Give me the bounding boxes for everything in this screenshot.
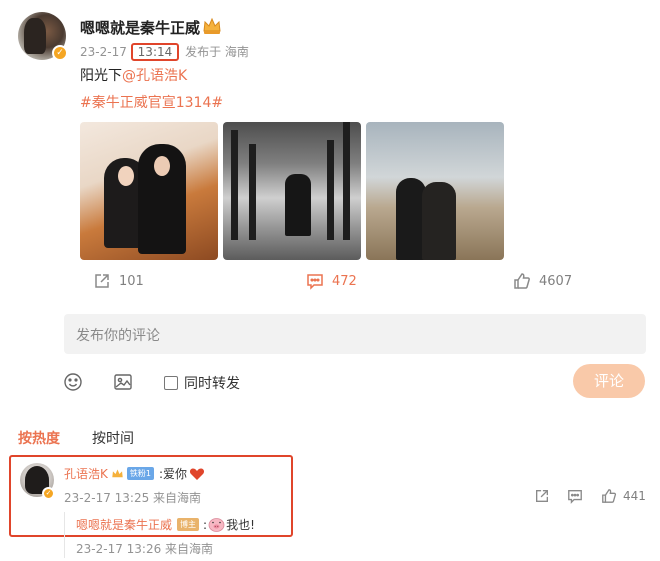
checkbox-box[interactable]	[164, 376, 178, 390]
tab-sort-hot[interactable]: 按热度	[18, 428, 60, 448]
comment-icon	[307, 274, 323, 290]
verified-badge-icon: ✓	[52, 45, 68, 61]
repost-count: 101	[119, 273, 144, 289]
image-icon[interactable]	[113, 372, 133, 392]
post-photo-3[interactable]	[366, 122, 504, 260]
repost-button[interactable]: 101	[93, 272, 144, 290]
repost-checkbox-label: 同时转发	[184, 376, 240, 392]
like-button[interactable]: 4607	[513, 272, 572, 290]
repost-icon	[536, 490, 548, 502]
reply-text: 我也!	[226, 518, 255, 532]
comment-reply-button[interactable]	[567, 488, 583, 504]
author-badge: 博主	[177, 518, 200, 531]
comment-button[interactable]: 472	[306, 272, 357, 290]
post-text: 阳光下@孔语浩K	[80, 68, 188, 84]
comment-input[interactable]: 发布你的评论	[64, 314, 646, 354]
fan-level-badge: 铁粉1	[126, 467, 154, 480]
comment-meta: 23-2-17 13:25 来自海南	[64, 491, 202, 505]
thumbs-up-icon	[514, 273, 530, 289]
fan-crown-icon	[112, 468, 123, 477]
post-date: 23-2-17	[80, 45, 127, 59]
fan-crown-icon	[203, 17, 221, 34]
post-photo-2[interactable]	[223, 122, 361, 260]
reply-author-name[interactable]: 嗯嗯就是秦牛正威	[76, 516, 172, 533]
heart-icon	[189, 468, 205, 480]
comment-like-button[interactable]: 441	[601, 488, 646, 504]
pig-emoji-icon	[208, 518, 225, 532]
tab-sort-time[interactable]: 按时间	[92, 428, 134, 448]
thumbs-up-icon	[602, 489, 617, 503]
commenter-name[interactable]: 孔语浩K	[64, 465, 108, 482]
comment-icon	[568, 490, 582, 504]
post-meta: 23-2-17 13:14 发布于 海南	[80, 43, 249, 61]
post-location: 发布于 海南	[185, 45, 249, 59]
emoji-icon[interactable]	[63, 372, 83, 392]
reply-line: 嗯嗯就是秦牛正威 博主 : 我也!	[76, 516, 255, 533]
hashtag-link[interactable]: #秦牛正威官宣1314#	[80, 92, 223, 112]
comment-count: 472	[332, 273, 357, 289]
comment-like-count: 441	[623, 489, 646, 503]
submit-comment-button[interactable]: 评论	[573, 364, 645, 398]
reply-meta: 23-2-17 13:26 来自海南	[76, 542, 214, 556]
like-count: 4607	[539, 273, 573, 289]
post-photo-1[interactable]	[80, 122, 218, 260]
comment-text: :爱你	[158, 467, 188, 481]
commenter-verified-icon: ✓	[42, 487, 55, 500]
reply-colon: :	[203, 517, 208, 532]
repost-icon	[95, 274, 109, 288]
comment-line: 孔语浩K 铁粉1 :爱你	[64, 465, 205, 482]
post-time-highlight: 13:14	[130, 43, 180, 61]
comment-repost-button[interactable]	[534, 488, 550, 504]
repost-checkbox[interactable]: 同时转发	[164, 373, 240, 393]
poster-name[interactable]: 嗯嗯就是秦牛正威	[80, 17, 200, 38]
reply-divider	[64, 512, 65, 558]
mention-link[interactable]: @孔语浩K	[122, 68, 187, 84]
